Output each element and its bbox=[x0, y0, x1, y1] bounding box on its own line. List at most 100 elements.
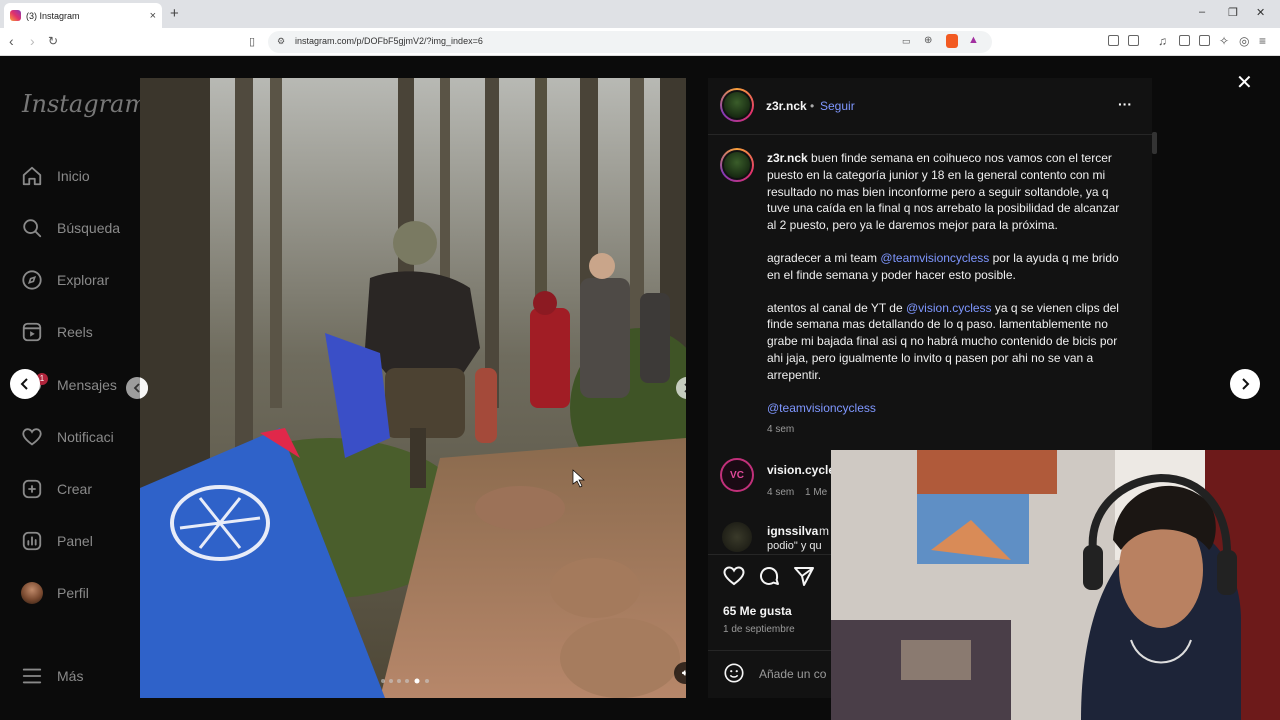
comment-text: m bbox=[819, 524, 829, 538]
extensions-icon[interactable] bbox=[1108, 35, 1119, 46]
sidebar-item-label: Mensajes bbox=[57, 377, 117, 393]
chevron-right-icon bbox=[684, 383, 686, 393]
comment-icon bbox=[760, 567, 779, 585]
back-icon[interactable]: ‹ bbox=[9, 33, 14, 49]
like-button[interactable] bbox=[722, 564, 746, 593]
instagram-logo[interactable]: Instagram bbox=[22, 90, 147, 118]
webcam-overlay bbox=[831, 450, 1280, 720]
next-post-button[interactable] bbox=[1230, 369, 1260, 399]
sidebar-item-notificaciones[interactable]: Notificaci bbox=[20, 423, 138, 451]
address-bar[interactable]: ⚙ instagram.com/p/DOFbF5gjmV2/?img_index… bbox=[268, 31, 992, 53]
carousel-prev-button[interactable] bbox=[126, 377, 148, 399]
close-window-button[interactable]: ✕ bbox=[1256, 6, 1265, 19]
sidebar-item-panel[interactable]: Panel bbox=[20, 527, 138, 555]
chevron-right-icon bbox=[1242, 378, 1250, 390]
brave-shield-icon[interactable] bbox=[946, 34, 958, 48]
paper-plane-icon bbox=[794, 567, 814, 586]
author-username[interactable]: z3r.nck bbox=[766, 99, 807, 113]
comment-text: podio" y qu bbox=[767, 540, 822, 552]
caption-timestamp: 4 sem bbox=[767, 424, 795, 436]
compass-icon bbox=[20, 268, 44, 292]
caption-author-avatar[interactable] bbox=[720, 148, 754, 182]
post-photo[interactable]: 🔊︎ bbox=[140, 78, 686, 698]
sidebar-item-label: Reels bbox=[57, 324, 93, 340]
sidebar-item-label: Notificaci bbox=[57, 429, 114, 445]
comment-timestamp: 4 sem bbox=[767, 487, 795, 498]
caption-text-2a: agradecer a mi team bbox=[767, 250, 881, 265]
new-tab-button[interactable]: + bbox=[170, 5, 179, 22]
webcam-streamer-image bbox=[831, 450, 1280, 720]
reels-icon bbox=[20, 320, 44, 344]
wallet-icon[interactable] bbox=[1128, 35, 1139, 46]
heart-icon bbox=[723, 566, 745, 586]
emoji-icon bbox=[724, 663, 744, 683]
comment-button[interactable] bbox=[757, 564, 781, 593]
forward-icon[interactable]: › bbox=[30, 33, 35, 49]
comment-username[interactable]: ignssilva bbox=[767, 524, 818, 538]
instagram-favicon-icon bbox=[10, 10, 21, 21]
site-settings-icon[interactable]: ⚙ bbox=[277, 36, 285, 47]
share-button[interactable] bbox=[792, 564, 816, 593]
tab-close-icon[interactable]: × bbox=[150, 10, 156, 22]
zoom-icon[interactable]: ⊕ bbox=[924, 35, 932, 46]
leo-ai-icon[interactable]: ✧ bbox=[1219, 34, 1229, 48]
tab-title: (3) Instagram bbox=[26, 10, 80, 21]
chevron-left-icon bbox=[20, 378, 28, 390]
sidebar-item-label: Panel bbox=[57, 533, 93, 549]
cast-icon[interactable]: ▭ bbox=[902, 36, 911, 47]
author-avatar[interactable] bbox=[720, 88, 754, 122]
separator-dot: • bbox=[810, 99, 815, 113]
add-comment-input[interactable]: Añade un co bbox=[759, 667, 826, 681]
follow-button[interactable]: Seguir bbox=[820, 99, 855, 113]
mention-link[interactable]: @teamvisioncycless bbox=[880, 251, 989, 265]
previous-post-button[interactable] bbox=[10, 369, 40, 399]
mention-link[interactable]: @vision.cycless bbox=[906, 301, 992, 315]
tag-link[interactable]: @teamvisioncycless bbox=[767, 401, 876, 415]
sidebar-item-busqueda[interactable]: Búsqueda bbox=[20, 214, 138, 242]
like-count[interactable]: 65 Me gusta bbox=[723, 604, 792, 618]
sidebar-item-mas[interactable]: Más bbox=[20, 662, 138, 690]
brave-rewards-icon[interactable]: ▲ bbox=[968, 34, 979, 46]
post-caption: z3r.nck buen finde semana en coihueco no… bbox=[767, 150, 1127, 439]
tab-search-icon[interactable] bbox=[1199, 35, 1210, 46]
sidebar-item-label: Búsqueda bbox=[57, 220, 121, 236]
chart-icon bbox=[20, 529, 44, 553]
commenter-avatar[interactable] bbox=[722, 522, 752, 552]
reload-icon[interactable]: ↻ bbox=[48, 34, 58, 48]
restore-button[interactable]: ❐ bbox=[1228, 6, 1238, 19]
sidebar-item-label: Inicio bbox=[57, 168, 90, 184]
browser-tab-bar: (3) Instagram × + – ❐ ✕ bbox=[0, 0, 1280, 28]
commenter-avatar[interactable]: VC bbox=[720, 458, 754, 492]
chevron-left-icon bbox=[133, 383, 140, 393]
forest-mtb-photo bbox=[140, 78, 686, 698]
sidebar-item-crear[interactable]: Crear bbox=[20, 475, 138, 503]
sidebar-icon[interactable] bbox=[1179, 35, 1190, 46]
sidebar-item-explorar[interactable]: Explorar bbox=[20, 266, 138, 294]
panel-scrollbar[interactable] bbox=[1152, 132, 1157, 154]
caption-username[interactable]: z3r.nck bbox=[767, 151, 808, 165]
sidebar-item-reels[interactable]: Reels bbox=[20, 318, 138, 346]
browser-nav-bar: ‹ › ↻ ▯ ⚙ instagram.com/p/DOFbF5gjmV2/?i… bbox=[0, 28, 1280, 56]
media-icon[interactable]: ♫ bbox=[1158, 34, 1167, 48]
sidebar-item-perfil[interactable]: Perfil bbox=[20, 579, 138, 607]
profile-avatar bbox=[20, 581, 44, 605]
browser-tab[interactable]: (3) Instagram × bbox=[4, 3, 162, 28]
browser-menu-icon[interactable]: ≡ bbox=[1259, 34, 1266, 48]
more-options-icon[interactable]: ··· bbox=[1118, 96, 1132, 112]
speaker-icon: 🔊︎ bbox=[681, 667, 686, 679]
post-date: 1 de septiembre bbox=[723, 624, 795, 635]
heart-icon bbox=[20, 425, 44, 449]
sidebar-item-label: Crear bbox=[57, 481, 93, 497]
sidebar-item-label: Más bbox=[57, 668, 84, 684]
comment-likes[interactable]: 1 Me bbox=[805, 487, 827, 498]
close-post-button[interactable]: ✕ bbox=[1236, 70, 1253, 95]
home-icon bbox=[20, 164, 44, 188]
emoji-button[interactable] bbox=[723, 662, 745, 689]
minimize-button[interactable]: – bbox=[1199, 6, 1205, 18]
sidebar-item-inicio[interactable]: Inicio bbox=[20, 162, 138, 190]
bookmark-icon[interactable]: ▯ bbox=[249, 35, 255, 48]
comment-username[interactable]: vision.cycle bbox=[767, 463, 835, 477]
plus-square-icon bbox=[20, 477, 44, 501]
caption-text-3a: atentos al canal de YT de bbox=[767, 300, 906, 315]
vpn-shield-icon[interactable]: ◎ bbox=[1239, 34, 1249, 48]
